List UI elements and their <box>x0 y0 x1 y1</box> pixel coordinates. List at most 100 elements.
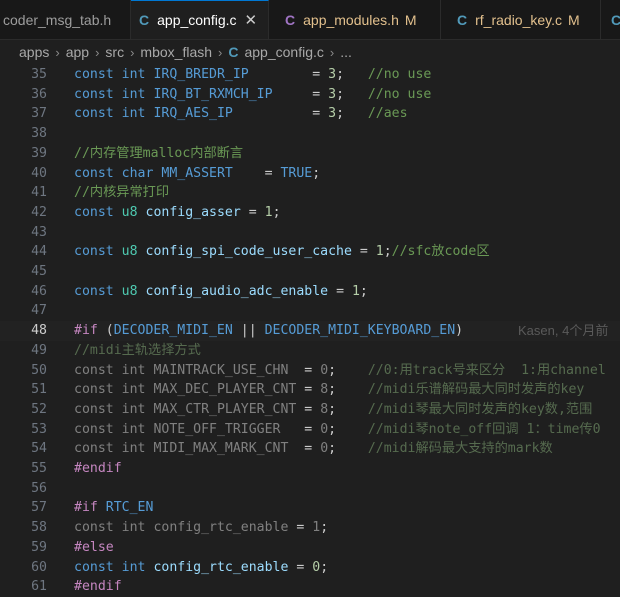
tab-app-config-c[interactable]: C app_config.c ✕ <box>131 0 269 39</box>
code-text: const char MM_ASSERT = TRUE; <box>74 165 321 181</box>
tab-label: rf_radio_key.c <box>475 11 563 28</box>
code-text: #endif <box>74 461 122 476</box>
code-text: const int IRQ_BREDR_IP = 3; //no use <box>74 67 432 82</box>
code-text: #if (DECODER_MIDI_EN || DECODER_MIDI_KEY… <box>74 323 464 339</box>
code-text: const int MIDI_MAX_MARK_CNT = 0; //midi解… <box>74 441 553 457</box>
code-line[interactable]: 57 #if RTC_EN <box>0 498 620 518</box>
code-line[interactable]: 48 #if (DECODER_MIDI_EN || DECODER_MIDI_K… <box>0 321 620 342</box>
modified-badge: M <box>404 11 417 28</box>
line-number: 57 <box>31 500 47 516</box>
code-line[interactable]: 41 //内核异常打印 <box>0 183 620 203</box>
code-line[interactable]: 38 <box>0 124 620 144</box>
git-blame-annotation[interactable]: Kasen, 4个月前 <box>518 321 608 341</box>
line-number: 48 <box>31 323 47 339</box>
breadcrumb-item[interactable]: src <box>105 44 124 60</box>
code-line[interactable]: 42 const u8 config_asser = 1; <box>0 203 620 223</box>
breadcrumb-item[interactable]: apps <box>19 44 49 60</box>
chevron-right-icon: › <box>218 44 223 60</box>
line-number: 44 <box>31 244 47 260</box>
code-line[interactable]: 49 //midi主轨选择方式 <box>0 341 620 361</box>
code-text: //内存管理malloc内部断言 <box>74 145 244 161</box>
code-line[interactable]: 46 const u8 config_audio_adc_enable = 1; <box>0 282 620 302</box>
chevron-right-icon: › <box>130 44 135 60</box>
code-text: const int MAX_DEC_PLAYER_CNT = 8; //midi… <box>74 382 585 398</box>
code-line[interactable]: 45 <box>0 262 620 282</box>
code-text: //midi主轨选择方式 <box>74 342 201 358</box>
line-number: 37 <box>31 106 47 122</box>
code-line[interactable]: 51 const int MAX_DEC_PLAYER_CNT = 8; //mi… <box>0 380 620 400</box>
editor-tab-bar: coder_msg_tab.h C app_config.c ✕ C app_m… <box>0 0 620 40</box>
line-number: 60 <box>31 559 47 575</box>
code-line[interactable]: 56 <box>0 479 620 499</box>
code-editor[interactable]: 35 const int IRQ_BREDR_IP = 3; //no use 36… <box>0 65 620 594</box>
breadcrumb-file[interactable]: app_config.c <box>244 44 323 60</box>
c-file-icon: C <box>228 44 239 60</box>
line-number: 61 <box>31 579 47 595</box>
line-number: 58 <box>31 520 47 536</box>
line-number: 54 <box>31 441 47 457</box>
line-number: 45 <box>31 264 47 279</box>
line-number: 56 <box>31 480 47 496</box>
line-number: 42 <box>31 204 47 220</box>
code-text: #else <box>74 539 114 555</box>
code-line[interactable]: 36 const int IRQ_BT_RXMCH_IP = 3; //no us… <box>0 85 620 105</box>
code-line[interactable]: 39 //内存管理malloc内部断言 <box>0 144 620 164</box>
code-line[interactable]: 37 const int IRQ_AES_IP = 3; //aes <box>0 104 620 124</box>
line-number: 36 <box>31 86 47 102</box>
code-line[interactable]: 50 const int MAINTRACK_USE_CHN = 0; //0:用… <box>0 361 620 381</box>
code-line[interactable]: 35 const int IRQ_BREDR_IP = 3; //no use <box>0 65 620 85</box>
breadcrumb-item[interactable]: mbox_flash <box>140 44 212 60</box>
code-text: const u8 config_audio_adc_enable = 1; <box>74 283 368 299</box>
c-file-icon: C <box>139 12 150 28</box>
code-line[interactable]: 44 const u8 config_spi_code_user_cache = … <box>0 242 620 262</box>
code-text: const int config_rtc_enable = 1; <box>74 520 329 536</box>
line-number: 52 <box>31 401 47 417</box>
line-number: 40 <box>31 165 47 181</box>
line-number: 47 <box>31 303 47 319</box>
chevron-right-icon: › <box>55 44 60 60</box>
tab-rf-radio-key-c[interactable]: C rf_radio_key.c M <box>441 0 601 39</box>
code-line[interactable]: 54 const int MIDI_MAX_MARK_CNT = 0; //mid… <box>0 439 620 459</box>
tab-label: app_modules.h <box>303 11 399 28</box>
close-icon[interactable]: ✕ <box>245 11 258 29</box>
line-number: 38 <box>31 126 47 142</box>
tab-label: coder_msg_tab.h <box>3 11 112 28</box>
code-line[interactable]: 47 <box>0 301 620 321</box>
code-line[interactable]: 43 <box>0 223 620 243</box>
c-header-file-icon: C <box>285 11 296 28</box>
chevron-right-icon: › <box>329 44 335 60</box>
code-text: #endif <box>74 579 122 595</box>
chevron-right-icon: › <box>95 44 100 60</box>
line-number: 53 <box>31 421 47 437</box>
tab-overflow[interactable]: C <box>601 0 620 39</box>
code-text: //内核异常打印 <box>74 185 170 201</box>
code-line[interactable]: 53 const int NOTE_OFF_TRIGGER = 0; //midi… <box>0 420 620 440</box>
code-line[interactable]: 59 #else <box>0 538 620 558</box>
line-number: 43 <box>31 224 47 240</box>
code-text: const int MAINTRACK_USE_CHN = 0; //0:用tr… <box>74 362 606 378</box>
breadcrumb-item[interactable]: app <box>66 44 89 60</box>
line-number: 55 <box>31 461 47 476</box>
code-text: const int config_rtc_enable = 0; <box>74 559 329 575</box>
code-text: const u8 config_asser = 1; <box>74 204 281 220</box>
line-number: 49 <box>31 342 47 358</box>
code-text: const int IRQ_BT_RXMCH_IP = 3; //no use <box>74 86 432 102</box>
code-text: const u8 config_spi_code_user_cache = 1;… <box>74 244 490 260</box>
line-number: 46 <box>31 283 47 299</box>
code-line[interactable]: 52 const int MAX_CTR_PLAYER_CNT = 8; //mi… <box>0 400 620 420</box>
breadcrumb-more[interactable]: ... <box>340 44 352 60</box>
tab-label: app_config.c <box>157 12 237 28</box>
tab-app-modules-h[interactable]: C app_modules.h M <box>269 0 441 39</box>
code-line[interactable]: 61 #endif <box>0 577 620 597</box>
code-text: #if RTC_EN <box>74 500 154 516</box>
code-line[interactable]: 60 const int config_rtc_enable = 0; <box>0 558 620 578</box>
code-line[interactable]: 58 const int config_rtc_enable = 1; <box>0 518 620 538</box>
line-number: 39 <box>31 145 47 161</box>
tab-coder-msg-tab-h[interactable]: coder_msg_tab.h <box>0 0 131 39</box>
code-line[interactable]: 40 const char MM_ASSERT = TRUE; <box>0 164 620 184</box>
line-number: 51 <box>31 382 47 398</box>
code-line[interactable]: 55 #endif <box>0 459 620 479</box>
line-number: 50 <box>31 362 47 378</box>
c-file-icon: C <box>611 12 620 28</box>
code-text: const int NOTE_OFF_TRIGGER = 0; //midi琴n… <box>74 421 601 437</box>
